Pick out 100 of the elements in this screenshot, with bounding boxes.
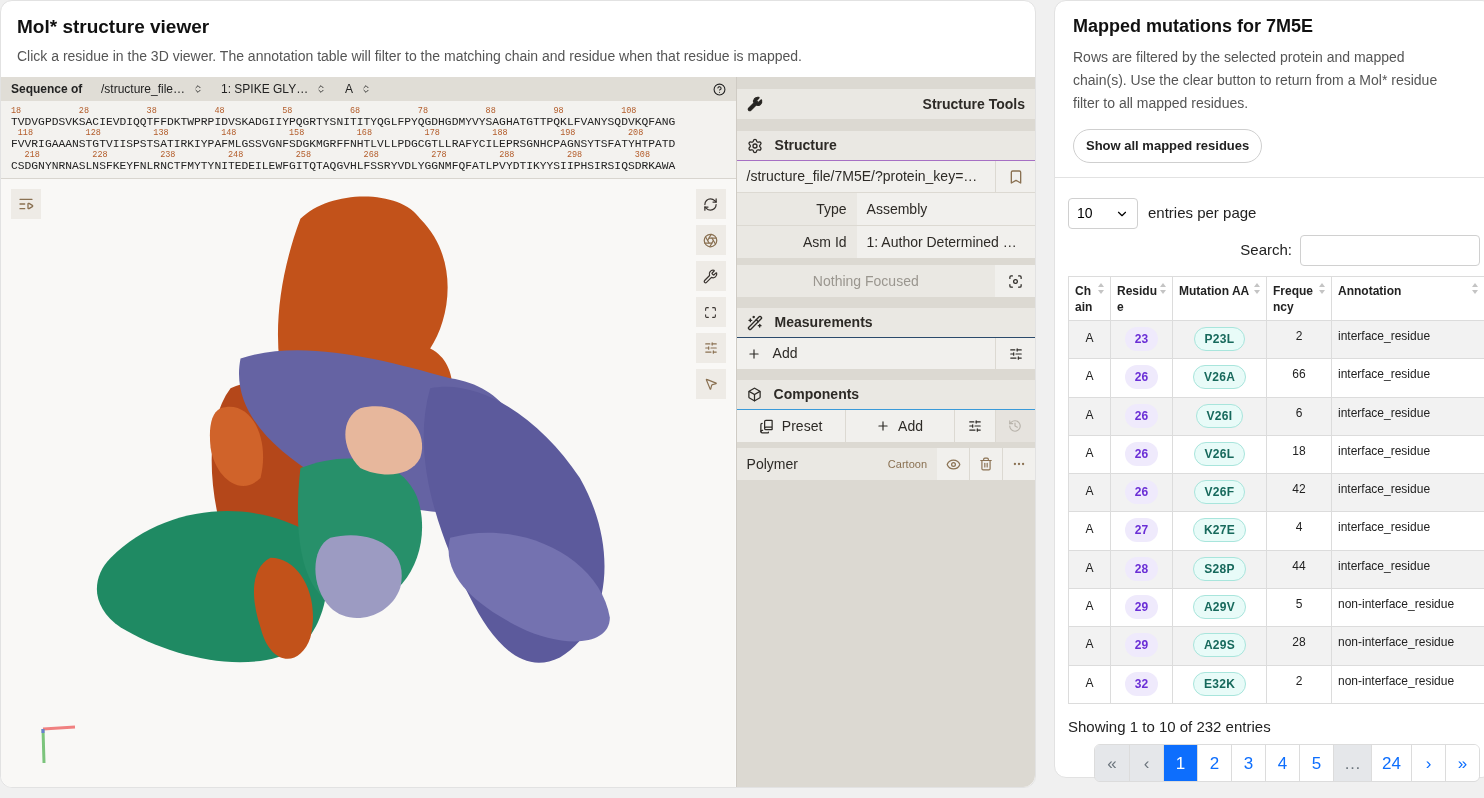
field-value[interactable]: 1: Author Determined … — [856, 226, 1035, 258]
residue-number: 108 — [621, 107, 638, 116]
wrench-icon — [746, 96, 763, 112]
table-cell: 2 — [1266, 320, 1332, 359]
residue-tag[interactable]: 29 — [1124, 633, 1159, 658]
column-header[interactable]: Mutation AA — [1172, 276, 1267, 321]
add-component-button[interactable]: Add — [845, 410, 955, 442]
residue-number: 128 — [85, 129, 102, 138]
residue-tag[interactable]: 26 — [1124, 365, 1159, 390]
column-header[interactable]: Residue — [1110, 276, 1173, 321]
page-size-label: entries per page — [1148, 203, 1257, 224]
history-icon — [1008, 419, 1023, 433]
screenshot-button[interactable] — [695, 225, 726, 255]
sequence-line: FVVRIGAAANSTGTVIISPSTSATIRKIYPAFMLGSSVGNFSDGKMGRFFNHTLVLLPDGCGTLLRAFYCILEPRSGNHCPAGNSYTSFATYHTPATD — [11, 138, 676, 151]
clear-filter-button[interactable]: Show all mapped residues — [1073, 129, 1263, 163]
mutation-tag: A29V — [1192, 595, 1247, 620]
page-link[interactable]: 4 — [1265, 745, 1300, 782]
pointer-icon — [703, 377, 718, 391]
table-cell: A — [1068, 358, 1111, 398]
page-link[interactable]: › — [1411, 745, 1445, 782]
residue-tag[interactable]: 32 — [1124, 671, 1159, 696]
table-cell: A — [1068, 435, 1111, 474]
column-title: Frequency — [1273, 283, 1314, 315]
table-cell: A — [1068, 473, 1111, 512]
table-cell: A — [1068, 550, 1111, 589]
page-link[interactable]: 3 — [1231, 745, 1266, 782]
card-description: Click a residue in the 3D viewer. The annotation table will filter to the matching chain and residue when that residue is mapped. — [17, 46, 803, 66]
sort-icon — [1319, 283, 1325, 294]
sequence-select[interactable]: /structure_file… — [101, 80, 221, 98]
field-value[interactable]: Assembly — [856, 193, 1035, 225]
card-title: Mapped mutations for 7M5E — [1073, 15, 1315, 38]
sort-icon — [1160, 283, 1166, 294]
table-cell: 18 — [1266, 435, 1332, 474]
focus-button[interactable] — [995, 265, 1035, 297]
residue-tag[interactable]: 29 — [1124, 595, 1159, 620]
residue-tag[interactable]: 26 — [1124, 480, 1159, 505]
column-title: Chain — [1075, 283, 1094, 315]
settings-button[interactable] — [695, 261, 726, 291]
cube-icon — [746, 387, 762, 402]
table-cell: A — [1068, 588, 1111, 627]
reset-camera-button[interactable] — [695, 189, 726, 219]
mutation-tag: K27E — [1192, 518, 1247, 543]
preset-button[interactable]: Preset — [736, 410, 846, 442]
help-icon[interactable] — [712, 82, 726, 96]
fullscreen-button[interactable] — [695, 297, 726, 327]
mutation-tag: V26F — [1193, 480, 1246, 505]
residue-number: 188 — [492, 129, 509, 138]
residue-number: 98 — [553, 107, 565, 116]
mutation-tag: S28P — [1193, 556, 1246, 581]
page-link[interactable]: » — [1445, 745, 1479, 782]
page-size-select[interactable]: 10 — [1068, 198, 1138, 229]
sliders-icon — [1008, 346, 1023, 361]
residue-tag[interactable]: 26 — [1124, 403, 1159, 428]
residue-number: 218 — [24, 151, 41, 160]
eye-icon — [945, 456, 961, 472]
component-row[interactable]: Polymer Cartoon — [736, 448, 1035, 480]
search-field[interactable] — [1300, 235, 1480, 266]
page-link[interactable]: 24 — [1371, 745, 1411, 782]
residue-tag[interactable]: 23 — [1124, 327, 1159, 351]
mutation-tag: V26A — [1192, 365, 1247, 390]
residue-number: 78 — [417, 107, 429, 116]
focus-icon — [1007, 273, 1023, 289]
column-title: Annotation — [1338, 283, 1402, 299]
search-label: Search: — [1240, 240, 1292, 261]
table-cell: A — [1068, 320, 1111, 359]
controls-button[interactable] — [695, 333, 726, 363]
expand-icon — [704, 305, 718, 319]
play-list-icon — [18, 196, 34, 212]
page-link[interactable]: 1 — [1163, 745, 1198, 782]
sequence-select[interactable]: A — [345, 80, 385, 98]
residue-number: 18 — [11, 107, 23, 116]
animation-button[interactable] — [11, 189, 41, 219]
table-cell: 5 — [1266, 588, 1332, 627]
page-link[interactable]: 5 — [1299, 745, 1334, 782]
delete-button[interactable] — [970, 448, 1003, 480]
trash-icon — [979, 457, 993, 471]
section-title: Measurements — [774, 313, 873, 332]
refresh-icon — [703, 196, 719, 212]
residue-tag[interactable]: 27 — [1124, 518, 1159, 543]
column-header[interactable]: Annotation — [1331, 276, 1484, 321]
residue-number: 118 — [17, 129, 35, 138]
residue-number: 248 — [227, 151, 245, 160]
table-cell: 28 — [1266, 626, 1332, 666]
card-description: Rows are filtered by the selected protein and mapped chain(s). Use the clear button to return from a Mol* residue filter to all mapped residues. — [1073, 48, 1439, 113]
select-mode-button[interactable] — [695, 369, 726, 399]
mutation-tag: V26I — [1195, 403, 1244, 428]
mutation-tag: P23L — [1193, 327, 1246, 351]
visibility-button[interactable] — [937, 448, 970, 480]
residue-tag[interactable]: 28 — [1124, 556, 1159, 581]
sequence-select[interactable]: 1: SPIKE GLY… — [221, 80, 345, 98]
sort-icon — [1254, 283, 1260, 294]
table-cell: 66 — [1266, 358, 1332, 398]
plus-icon — [746, 346, 761, 361]
plus-icon — [876, 419, 891, 433]
residue-tag[interactable]: 26 — [1124, 441, 1159, 466]
column-header[interactable]: Chain — [1068, 276, 1111, 321]
table-cell: 42 — [1266, 473, 1332, 512]
column-header[interactable]: Frequency — [1266, 276, 1332, 321]
residue-number: 38 — [146, 107, 158, 116]
page-link[interactable]: 2 — [1197, 745, 1232, 782]
